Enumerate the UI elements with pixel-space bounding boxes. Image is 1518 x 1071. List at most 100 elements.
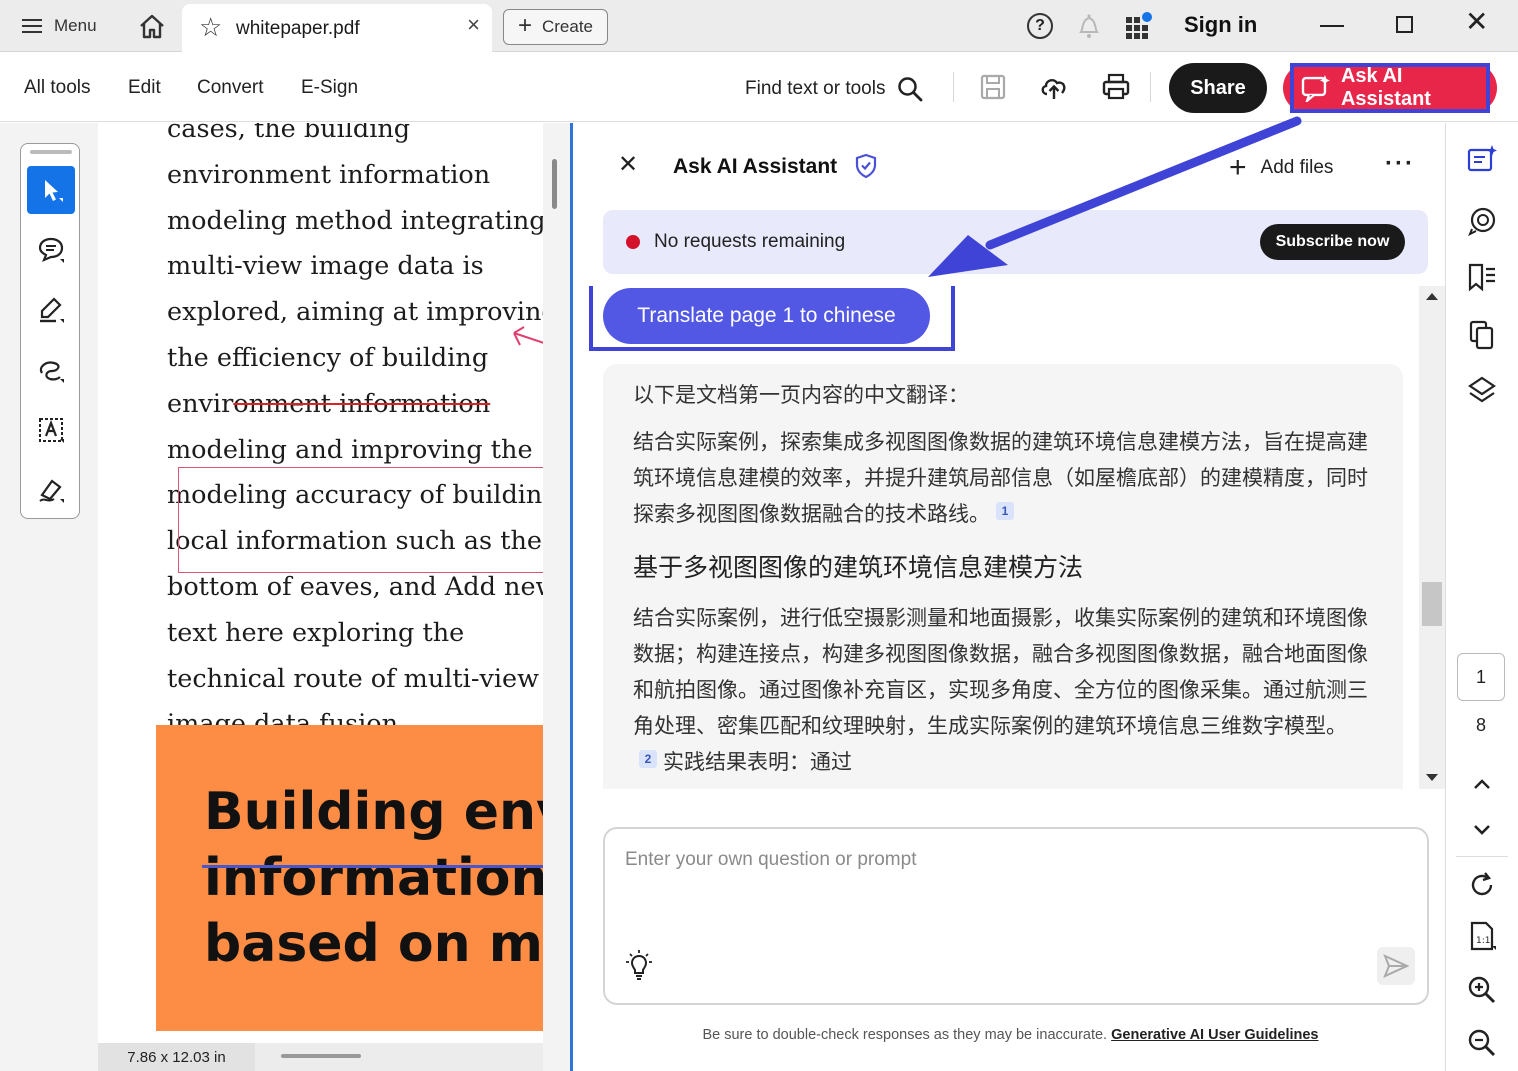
notifications-button[interactable] — [1075, 11, 1103, 41]
cursor-icon — [45, 180, 63, 202]
next-page-icon[interactable] — [1466, 813, 1498, 845]
pages-icon[interactable] — [1466, 319, 1498, 351]
ask-ai-assistant-button[interactable]: Ask AI Assistant — [1283, 63, 1497, 113]
scroll-thumb[interactable] — [1422, 582, 1442, 626]
response-heading: 基于多视图图像的建筑环境信息建模方法 — [633, 553, 1084, 582]
draw-tool-button[interactable] — [27, 346, 75, 394]
share-button[interactable]: Share — [1169, 63, 1267, 113]
sign-tool-button[interactable] — [27, 466, 75, 514]
nav-convert[interactable]: Convert — [197, 77, 264, 99]
document-scrollbar[interactable] — [552, 159, 557, 209]
citation-badge[interactable]: 2 — [639, 750, 657, 768]
bookmarks-icon[interactable] — [1466, 261, 1498, 293]
cover-title: Building envi information based on mul — [204, 779, 543, 977]
strikethrough-annotation[interactable] — [202, 865, 543, 868]
maximize-button[interactable] — [1396, 16, 1413, 33]
send-button[interactable] — [1377, 947, 1415, 985]
select-tool-button[interactable] — [27, 166, 75, 214]
tab-title: whitepaper.pdf — [236, 18, 360, 39]
text-line: the efficiency of building — [167, 342, 489, 373]
minimize-button[interactable] — [1320, 12, 1344, 38]
highlighter-icon — [40, 297, 64, 323]
nav-all-tools[interactable]: All tools — [24, 77, 91, 99]
freehand-draw-icon — [39, 361, 64, 383]
more-options-icon[interactable]: ··· — [1385, 150, 1415, 178]
search-icon — [898, 77, 923, 102]
toolbar-divider — [1150, 72, 1151, 102]
page-body-text: cases, the building environment informat… — [167, 123, 543, 748]
prompt-input-box — [603, 827, 1429, 1005]
menu-label: Menu — [54, 16, 97, 35]
horizontal-scrollbar[interactable] — [281, 1054, 361, 1058]
response-paragraph: 结合实际案例，探索集成多视图图像数据的建筑环境信息建模方法，旨在提高建筑环境信息… — [633, 424, 1373, 532]
text-box-tool-button[interactable] — [27, 406, 75, 454]
title-bar: Menu ☆ whitepaper.pdf × + Create ? Sign … — [0, 0, 1518, 52]
add-files-label: Add files — [1260, 157, 1334, 178]
shield-check-icon[interactable] — [854, 153, 878, 179]
home-button[interactable] — [137, 12, 167, 40]
acrobat-window: Menu ☆ whitepaper.pdf × + Create ? Sign … — [0, 0, 1518, 1071]
previous-page-icon[interactable] — [1466, 768, 1498, 800]
subscribe-button[interactable]: Subscribe now — [1260, 224, 1405, 260]
drag-handle[interactable] — [30, 150, 72, 154]
close-panel-icon[interactable]: ✕ — [618, 153, 638, 177]
help-icon[interactable]: ? — [1027, 13, 1053, 39]
zoom-out-icon[interactable] — [1466, 1027, 1498, 1059]
disclaimer-text: Be sure to double-check responses as the… — [702, 1027, 1112, 1043]
create-label: Create — [541, 17, 594, 36]
menu-button[interactable]: Menu — [22, 12, 97, 40]
close-tab-icon[interactable]: × — [467, 14, 480, 36]
add-files-button[interactable]: + Add files — [1229, 153, 1333, 183]
comment-tool-button[interactable] — [27, 226, 75, 274]
hamburger-icon — [22, 19, 42, 33]
paragraph-text: 实践结果表明：通过 — [663, 750, 852, 774]
chat-scrollbar[interactable] — [1419, 286, 1445, 789]
nav-edit[interactable]: Edit — [128, 77, 161, 99]
toolbar: All tools Edit Convert E-Sign Find text … — [0, 52, 1518, 122]
create-button[interactable]: + Create — [503, 9, 608, 45]
scroll-down-icon[interactable] — [1426, 774, 1438, 781]
star-icon[interactable]: ☆ — [199, 14, 222, 40]
scroll-up-icon[interactable] — [1426, 293, 1438, 300]
paragraph-text: 结合实际案例，进行低空摄影测量和地面摄影，收集实际案例的建筑和环境图像数据；构建… — [633, 606, 1368, 738]
nav-e-sign[interactable]: E-Sign — [301, 77, 358, 99]
document-tab[interactable]: ☆ whitepaper.pdf × — [182, 4, 492, 52]
guidelines-link[interactable]: Generative AI User Guidelines — [1111, 1027, 1318, 1043]
window-close-button[interactable]: ✕ — [1465, 8, 1488, 36]
apps-button[interactable] — [1124, 11, 1154, 41]
apps-grid-icon — [1126, 12, 1152, 39]
lightbulb-icon[interactable] — [625, 949, 653, 981]
ai-summary-icon[interactable] — [1466, 143, 1498, 175]
status-dot-icon — [626, 235, 640, 249]
find-label: Find text or tools — [745, 78, 886, 99]
citation-badge[interactable]: 1 — [996, 502, 1014, 520]
chat-history: Translate page 1 to chinese 以下是文档第一页内容的中… — [573, 286, 1431, 789]
zoom-in-icon[interactable] — [1466, 974, 1498, 1006]
arrow-annotation[interactable] — [510, 323, 543, 353]
disclaimer: Be sure to double-check responses as the… — [573, 1027, 1448, 1043]
page-size-label: 7.86 x 12.03 in — [98, 1043, 255, 1071]
rectangle-annotation[interactable] — [178, 467, 543, 573]
find-text-or-tools[interactable]: Find text or tools — [745, 76, 923, 102]
text-line: cases, the building — [167, 123, 411, 144]
print-icon[interactable] — [1101, 72, 1131, 102]
rotate-icon[interactable] — [1466, 869, 1498, 901]
text-line: modeling method integrating — [167, 205, 543, 236]
current-page-input[interactable]: 1 — [1457, 653, 1505, 701]
actual-size-icon[interactable]: 1:1 — [1466, 920, 1498, 952]
panel-title: Ask AI Assistant — [673, 155, 838, 178]
document-view[interactable]: cases, the building environment informat… — [0, 123, 570, 1071]
highlight-tool-button[interactable] — [27, 286, 75, 334]
struck-text: onment information — [233, 388, 491, 419]
sign-in-button[interactable]: Sign in — [1184, 12, 1257, 38]
comments-icon[interactable] — [1466, 205, 1498, 237]
plus-icon: + — [517, 12, 532, 39]
ai-assistant-panel: ✕ Ask AI Assistant + Add files ··· No re… — [570, 123, 1445, 1071]
toolbar-divider — [953, 72, 954, 102]
user-prompt-chip[interactable]: Translate page 1 to chinese — [603, 288, 930, 344]
upload-cloud-icon[interactable] — [1039, 72, 1069, 102]
prompt-input[interactable] — [625, 849, 1405, 929]
save-icon[interactable] — [978, 72, 1008, 102]
right-rail: 1 8 1:1 — [1445, 123, 1518, 1071]
layers-icon[interactable] — [1466, 375, 1498, 407]
